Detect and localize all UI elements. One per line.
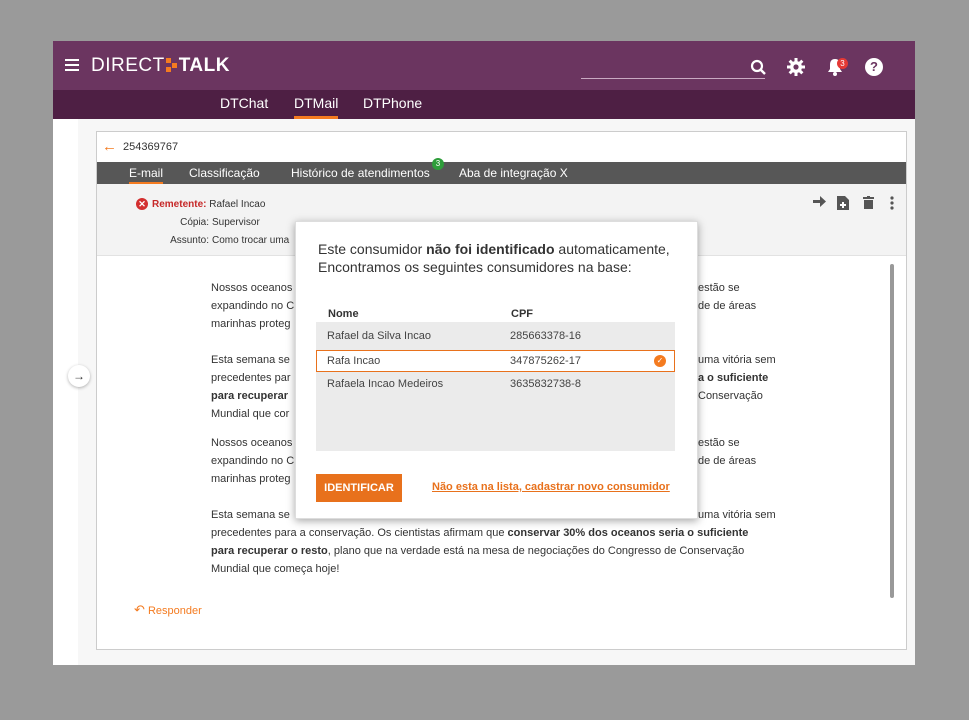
cc-value: Supervisor [212, 217, 260, 228]
tab-classificacao[interactable]: Classificação [189, 166, 260, 184]
detail-tabs: E-mail Classificação Histórico de atendi… [97, 158, 906, 184]
check-icon: ✓ [654, 355, 666, 367]
tab-email[interactable]: E-mail [129, 166, 164, 184]
gear-icon[interactable] [786, 57, 806, 80]
ticket-header: ← 254369767 [97, 132, 906, 162]
tab-dtchat[interactable]: DTChat [220, 95, 268, 119]
expand-panel-arrow-icon[interactable]: → [68, 365, 90, 387]
subject-row: Assunto: Como trocar uma [165, 235, 289, 246]
tab-integracao[interactable]: Aba de integração X [459, 166, 568, 184]
consumer-row-selected[interactable]: Rafa Incao 347875262-17 ✓ [316, 350, 675, 372]
register-new-consumer-link[interactable]: Não esta na lista, cadastrar novo consum… [432, 481, 670, 493]
column-name-header: Nome [328, 308, 359, 320]
logo-mark [165, 58, 178, 72]
subject-label: Assunto: [170, 235, 209, 246]
consumer-table: Rafael da Silva Incao 285663378-16 Rafa … [316, 322, 675, 451]
identify-button[interactable]: IDENTIFICAR [316, 474, 402, 502]
ticket-id: 254369767 [123, 141, 179, 153]
left-panel-strip [53, 119, 78, 665]
logo: DIRECT TALK [91, 55, 230, 76]
notification-badge: 3 [837, 58, 848, 69]
error-icon: ✕ [136, 198, 148, 210]
column-cpf-header: CPF [511, 308, 533, 320]
search-icon[interactable] [750, 59, 767, 79]
identify-consumer-modal: Este consumidor não foi identificado aut… [295, 221, 698, 519]
email-paragraph-3-right: estão se de de áreas [698, 437, 757, 467]
consumer-row[interactable]: Rafaela Incao Medeiros 3635832738-8 [316, 374, 675, 396]
trash-icon[interactable] [863, 196, 874, 212]
add-file-icon[interactable] [837, 196, 849, 213]
sender-label: Remetente: [152, 199, 207, 210]
reply-label: Responder [147, 605, 202, 617]
email-paragraph-1-right: estão se de de áreas [698, 282, 757, 312]
consumer-row[interactable]: Rafael da Silva Incao 285663378-16 [316, 326, 675, 348]
tab-dtphone[interactable]: DTPhone [363, 95, 422, 119]
scrollbar[interactable] [890, 264, 894, 598]
help-icon[interactable]: ? [865, 58, 883, 76]
hamburger-menu-icon[interactable] [65, 59, 79, 71]
sender-row: Remetente: Rafael Incao [152, 199, 265, 210]
tab-historico[interactable]: Histórico de atendimentos [291, 166, 430, 184]
back-arrow-icon[interactable]: ← [102, 138, 117, 155]
cc-row: Cópia: Supervisor [165, 217, 260, 228]
forward-arrow-icon[interactable] [813, 196, 826, 210]
sender-value: Rafael Incao [209, 199, 266, 210]
reply-icon: ↶ [134, 602, 145, 617]
cc-label: Cópia: [180, 217, 209, 228]
more-vert-icon[interactable] [890, 196, 894, 213]
tab-dtmail[interactable]: DTMail [294, 95, 339, 119]
search-input[interactable] [581, 78, 765, 79]
email-paragraph-2-right: uma vitória sem a o suficiente Conservação [698, 354, 776, 402]
product-nav: DTChat DTMail DTPhone [53, 90, 915, 119]
top-bar: DIRECT TALK 3 ? [53, 41, 915, 90]
reply-button[interactable]: ↶ Responder [134, 602, 202, 618]
modal-message: Este consumidor não foi identificado aut… [318, 241, 670, 275]
subject-value: Como trocar uma [212, 235, 290, 246]
history-count-badge: 3 [432, 158, 444, 170]
